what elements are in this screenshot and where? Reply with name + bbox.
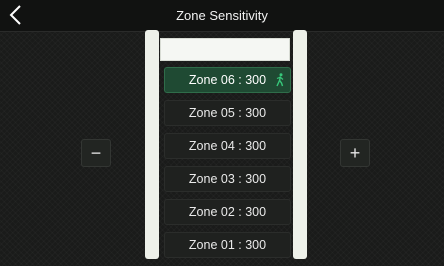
zone-item-01[interactable]: Zone 01 : 300	[164, 232, 291, 258]
increase-button[interactable]: +	[340, 139, 370, 167]
right-slider-rail	[293, 30, 307, 259]
zone-label: Zone 06 : 300	[188, 73, 267, 87]
minus-icon: −	[90, 142, 102, 163]
zone-item-04[interactable]: Zone 04 : 300	[164, 133, 291, 159]
decrease-button[interactable]: −	[81, 139, 111, 167]
zone-item-02[interactable]: Zone 02 : 300	[164, 199, 291, 225]
header-bar: Zone Sensitivity	[0, 0, 444, 32]
zone-list-header-box	[160, 38, 290, 61]
zone-item-05[interactable]: Zone 05 : 300	[164, 100, 291, 126]
zone-label: Zone 01 : 300	[188, 238, 267, 252]
zone-label: Zone 04 : 300	[188, 139, 267, 153]
left-slider-rail	[145, 30, 159, 259]
plus-icon: +	[349, 142, 361, 163]
page-title: Zone Sensitivity	[176, 8, 268, 23]
zone-label: Zone 02 : 300	[188, 205, 267, 219]
zone-item-06[interactable]: Zone 06 : 300	[164, 67, 291, 93]
zone-label: Zone 05 : 300	[188, 106, 267, 120]
walking-person-icon	[276, 73, 284, 87]
zone-label: Zone 03 : 300	[188, 172, 267, 186]
zone-item-03[interactable]: Zone 03 : 300	[164, 166, 291, 192]
